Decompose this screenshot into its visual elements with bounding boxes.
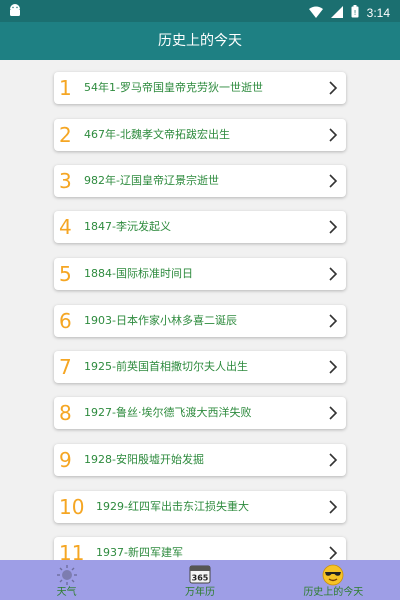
chevron-right-icon: [329, 128, 338, 142]
event-list[interactable]: 1 54年1-罗马帝国皇帝克劳狄一世逝世 2 467年-北魏孝文帝拓跋宏出生 3…: [0, 60, 400, 560]
item-number: 1: [59, 76, 72, 100]
list-item[interactable]: 4 1847-李沅发起义: [54, 211, 346, 243]
list-item[interactable]: 5 1884-国际标准时间日: [54, 258, 346, 290]
android-notification-icon: [8, 3, 22, 22]
item-text: 54年1-罗马帝国皇帝克劳狄一世逝世: [84, 81, 263, 94]
tab-label: 万年历: [184, 587, 215, 598]
list-item[interactable]: 7 1925-前英国首相撒切尔夫人出生: [54, 351, 346, 383]
item-text: 1884-国际标准时间日: [84, 267, 193, 280]
svg-text:!: !: [353, 9, 356, 17]
chevron-right-icon: [329, 267, 338, 281]
chevron-right-icon: [329, 81, 338, 95]
page-title: 历史上的今天: [158, 33, 242, 49]
list-item[interactable]: 2 467年-北魏孝文帝拓跋宏出生: [54, 119, 346, 151]
chevron-right-icon: [329, 360, 338, 374]
calendar-icon-text: 365: [192, 574, 209, 583]
wifi-icon: [308, 3, 323, 22]
battery-icon: !: [351, 3, 359, 22]
item-number: 11: [59, 541, 85, 560]
tab-weather[interactable]: 天气: [0, 560, 133, 600]
signal-icon: [330, 3, 343, 22]
list-item[interactable]: 1 54年1-罗马帝国皇帝克劳狄一世逝世: [54, 72, 346, 104]
item-text: 1847-李沅发起义: [84, 220, 171, 233]
item-text: 1928-安阳殷墟开始发掘: [84, 453, 204, 466]
list-item[interactable]: 8 1927-鲁丝·埃尔德飞渡大西洋失败: [54, 397, 346, 429]
item-number: 10: [59, 495, 85, 519]
chevron-right-icon: [329, 174, 338, 188]
chevron-right-icon: [329, 500, 338, 514]
list-item[interactable]: 6 1903-日本作家小林多喜二诞辰: [54, 305, 346, 337]
tab-history-today[interactable]: 历史上的今天: [267, 560, 400, 600]
item-text: 467年-北魏孝文帝拓跋宏出生: [84, 128, 230, 141]
item-number: 7: [59, 355, 72, 379]
status-time: 3:14: [366, 5, 390, 20]
item-number: 3: [59, 169, 72, 193]
item-number: 9: [59, 448, 72, 472]
chevron-right-icon: [329, 406, 338, 420]
item-number: 6: [59, 309, 72, 333]
item-text: 1937-新四军建军: [96, 546, 183, 559]
item-number: 8: [59, 401, 72, 425]
item-text: 1903-日本作家小林多喜二诞辰: [84, 314, 237, 327]
item-number: 2: [59, 123, 72, 147]
bottom-nav: 天气 365 万年历 历史上的今天: [0, 560, 400, 600]
item-text: 982年-辽国皇帝辽景宗逝世: [84, 174, 219, 187]
item-number: 5: [59, 262, 72, 286]
app-bar: 历史上的今天: [0, 22, 400, 60]
tab-calendar[interactable]: 365 万年历: [133, 560, 266, 600]
item-number: 4: [59, 215, 72, 239]
item-text: 1927-鲁丝·埃尔德飞渡大西洋失败: [84, 406, 252, 419]
chevron-right-icon: [329, 546, 338, 560]
item-text: 1929-红四军出击东江损失重大: [96, 500, 249, 513]
list-item[interactable]: 10 1929-红四军出击东江损失重大: [54, 491, 346, 523]
list-item[interactable]: 9 1928-安阳殷墟开始发掘: [54, 444, 346, 476]
list-item[interactable]: 3 982年-辽国皇帝辽景宗逝世: [54, 165, 346, 197]
chevron-right-icon: [329, 453, 338, 467]
chevron-right-icon: [329, 220, 338, 234]
tab-label: 历史上的今天: [303, 587, 364, 598]
status-bar: ! 3:14: [0, 0, 400, 22]
tab-label: 天气: [56, 587, 77, 598]
item-text: 1925-前英国首相撒切尔夫人出生: [84, 360, 248, 373]
chevron-right-icon: [329, 314, 338, 328]
list-item[interactable]: 11 1937-新四军建军: [54, 537, 346, 560]
